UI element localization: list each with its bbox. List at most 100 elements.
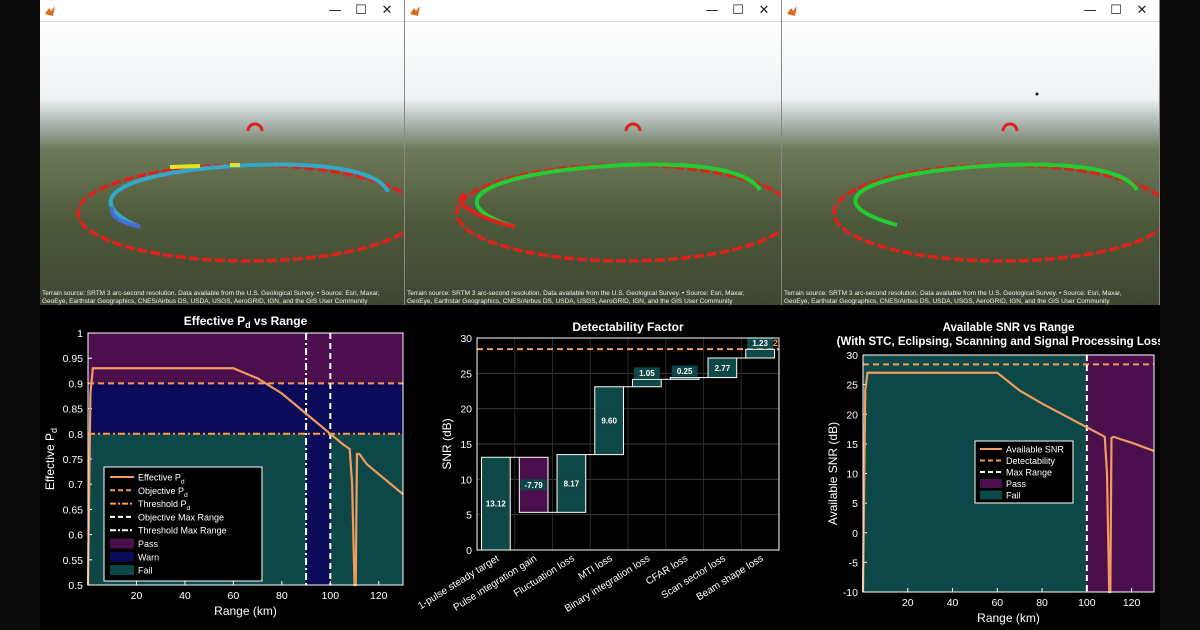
y-tick-label: 0.9: [68, 378, 83, 390]
y-tick-label: 0: [852, 528, 858, 540]
x-tick-label: 80: [1036, 597, 1048, 609]
y-tick-label: 15: [846, 439, 858, 451]
y-tick-label: 0.65: [63, 504, 84, 516]
attribution-line1: Terrain source: SRTM 3 arc-second resolu…: [407, 290, 745, 297]
y-tick-label: 0.7: [68, 479, 83, 491]
region-warn: [88, 383, 403, 434]
attribution-line2: GeoEye, Earthstar Geographics, CNES/Airb…: [407, 298, 733, 305]
attribution-line2: GeoEye, Earthstar Geographics, CNES/Airb…: [784, 298, 1110, 305]
y-tick-label: 5: [852, 498, 858, 510]
legend-swatch: [110, 551, 134, 562]
chart-detectability-factor: 05101520253028.4213.12-7.798.179.601.050…: [405, 305, 790, 630]
y-tick-label: 30: [846, 350, 858, 362]
y-tick-label: 0.6: [68, 530, 83, 542]
x-tick-label: 80: [276, 590, 288, 602]
x-tick-label: 60: [991, 597, 1003, 609]
bar-value-label: 2.77: [715, 364, 731, 373]
y-tick-label: 0.85: [63, 404, 84, 416]
y-tick-label: 10: [460, 474, 472, 486]
matlab-app-icon: [787, 6, 797, 16]
y-tick-label: 10: [846, 469, 858, 481]
y-tick-label: 0.95: [63, 353, 84, 365]
maximize-button[interactable]: ☐: [725, 1, 751, 21]
chart-title: Available SNR vs Range: [943, 322, 1075, 334]
bar-value-label: 1.05: [639, 369, 655, 378]
target-marker-icon: [1035, 92, 1039, 96]
y-tick-label: 0.55: [63, 555, 84, 567]
bar-value-label: 8.17: [564, 479, 580, 488]
bar-value-label: 0.25: [677, 367, 693, 376]
close-button[interactable]: ✕: [751, 1, 777, 21]
maximize-button[interactable]: ☐: [1103, 1, 1129, 21]
legend-swatch: [980, 490, 1002, 500]
bar-value-label: 1.23: [752, 339, 768, 348]
y-tick-label: -5: [849, 557, 858, 569]
legend-label: Pass: [1006, 479, 1027, 489]
y-axis-label: Available SNR (dB): [826, 422, 840, 525]
legend-label: Threshold Max Range: [138, 526, 227, 536]
region-pass: [88, 333, 403, 384]
y-tick-label: 20: [460, 404, 472, 416]
bar-value-label: 13.12: [486, 500, 507, 509]
chart-effective-pd: 0.5 0.55 0.6 0.65 0.7 0.75 0.8 0.85 0.9 0.95 1 20 40…: [40, 305, 405, 630]
terrain-scene[interactable]: Terrain source: SRTM 3 arc-second resolu…: [40, 22, 404, 305]
y-tick-label: 15: [460, 439, 472, 451]
x-tick-label: 20: [131, 590, 143, 602]
y-tick-label: 25: [460, 368, 472, 380]
terrain-globe-view[interactable]: Terrain source: SRTM 3 arc-second resolu…: [782, 22, 1160, 305]
chart-available-snr-svg: -10 -5 0 5 10 15 20 25 30 20 40 60 80 100 120 Available…: [826, 322, 1160, 625]
terrain-scene[interactable]: Terrain source: SRTM 3 arc-second resolu…: [405, 22, 781, 305]
globe-viewer-window-1: — ☐ ✕ Terrain source: SRTM 3 arc-second …: [40, 0, 405, 305]
chart-subtitle: (With STC, Eclipsing, Scanning and Signa…: [837, 336, 1160, 348]
legend-label: Objective Max Range: [138, 512, 224, 522]
y-tick-label: 30: [460, 333, 472, 345]
minimize-button[interactable]: —: [699, 1, 725, 21]
window-titlebar: — ☐ ✕: [40, 0, 404, 22]
minimize-button[interactable]: —: [1077, 1, 1103, 21]
window-titlebar: — ☐ ✕: [405, 0, 781, 22]
y-tick-label: -10: [843, 587, 858, 599]
x-axis-label: Range (km): [977, 611, 1040, 625]
attribution-line1: Terrain source: SRTM 3 arc-second resolu…: [784, 290, 1122, 297]
x-tick-label: 20: [902, 597, 914, 609]
terrain-globe-view[interactable]: Terrain source: SRTM 3 arc-second resolu…: [405, 22, 782, 305]
region-pass: [1086, 355, 1154, 592]
close-button[interactable]: ✕: [1129, 1, 1155, 21]
y-tick-label: 1: [77, 328, 83, 340]
matlab-app-icon: [45, 6, 55, 16]
globe-viewer-window-3: — ☐ ✕ Terrain source: SRTM 3 arc-second …: [782, 0, 1160, 305]
y-tick-label: 5: [466, 510, 472, 522]
x-tick-label: 40: [947, 597, 959, 609]
region-warn-range: [306, 433, 331, 585]
figure-composite: — ☐ ✕ Terrain source: SRTM 3 arc-second …: [40, 0, 1160, 630]
y-tick-label: 0.8: [68, 429, 83, 441]
waterfall-bar: [632, 378, 662, 388]
y-axis-label: SNR (dB): [440, 418, 454, 469]
close-button[interactable]: ✕: [374, 1, 400, 21]
x-tick-label: 120: [1123, 597, 1141, 609]
x-tick-label: 100: [322, 590, 340, 602]
chart-effective-pd-svg: 0.50.550.60.650.70.750.80.850.90.95120 40…: [43, 314, 404, 618]
legend-label: Detectability: [1006, 456, 1056, 466]
x-axis-label: Range (km): [214, 604, 277, 618]
y-tick-label: 20: [846, 409, 858, 421]
x-tick-label: 60: [228, 590, 240, 602]
y-tick-label: 0: [466, 545, 472, 557]
maximize-button[interactable]: ☐: [348, 1, 374, 21]
legend-label: Fail: [1006, 491, 1021, 501]
bar-value-label: 9.60: [601, 417, 617, 426]
legend-label: Max Range: [1006, 468, 1052, 478]
x-tick-label: 40: [179, 590, 191, 602]
y-tick-label: 0.5: [68, 580, 83, 592]
legend-label: Fail: [138, 566, 153, 576]
y-axis-label: Effective Pd: [43, 428, 59, 490]
terrain-globe-view[interactable]: Terrain source: SRTM 3 arc-second resolu…: [40, 22, 405, 305]
y-tick-label: 0.75: [63, 454, 84, 466]
terrain-scene[interactable]: Terrain source: SRTM 3 arc-second resolu…: [782, 22, 1159, 305]
category-label: Beam shape loss: [695, 553, 766, 603]
globe-viewer-window-2: — ☐ ✕ Terrain source: SRTM 3 arc-second …: [405, 0, 782, 305]
x-tick-label: 120: [370, 590, 388, 602]
chart-title: Detectability Factor: [572, 320, 684, 334]
minimize-button[interactable]: —: [322, 1, 348, 21]
matlab-app-icon: [410, 6, 420, 16]
